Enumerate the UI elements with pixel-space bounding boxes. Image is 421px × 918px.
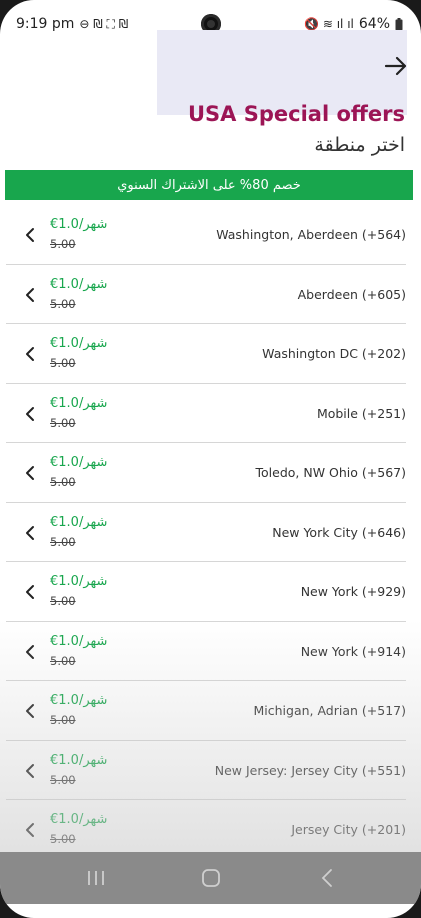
price-current: €1.0/شهر [50, 812, 108, 827]
region-name: Aberdeen (+605) [297, 286, 406, 302]
page-subtitle: اختر منطقة [314, 134, 405, 156]
chevron-left-icon [26, 525, 34, 540]
battery-icon [395, 17, 403, 30]
region-row[interactable]: €1.0/شهر 5.00 Washington, Aberdeen (+564) [6, 205, 406, 265]
status-notification-icons: ⊖ ₪ ⛶ ₪ [79, 16, 129, 31]
recents-icon[interactable] [84, 867, 108, 889]
arrow-right-icon[interactable] [384, 55, 408, 77]
price-original: 5.00 [50, 415, 76, 430]
region-name: Jersey City (+201) [291, 822, 406, 837]
region-row[interactable]: €1.0/شهر 5.00 New York (+929) [6, 562, 406, 622]
status-left: 9:19 pm ⊖ ₪ ⛶ ₪ [16, 16, 128, 32]
region-row[interactable]: €1.0/شهر 5.00 Toledo, NW Ohio (+567) [6, 443, 406, 503]
price-current: €1.0/شهر [50, 693, 108, 708]
chevron-left-icon [26, 347, 34, 361]
region-row[interactable]: €1.0/شهر 5.00 Aberdeen (+605) [6, 265, 406, 324]
chevron-left-icon [26, 287, 34, 302]
region-name: New York City (+646) [272, 524, 406, 540]
price-original: 5.00 [50, 832, 76, 846]
region-row[interactable]: €1.0/شهر 5.00 New Jersey: Jersey City (+55… [6, 741, 406, 800]
price-original: 5.00 [50, 713, 76, 727]
region-name: Toledo, NW Ohio (+567) [255, 465, 406, 480]
price-original: 5.00 [50, 653, 76, 668]
region-name: New Jersey: Jersey City (+551) [214, 762, 406, 778]
region-row[interactable]: €1.0/شهر 5.00 Jersey City (+201) [6, 800, 406, 860]
app-screen: 9:19 pm ⊖ ₪ ⛶ ₪ 🔇 ≋ ıl ıl 64% USA Specia… [0, 0, 421, 918]
price-original: 5.00 [50, 594, 76, 608]
region-name: Mobile (+251) [316, 405, 406, 421]
price-current: €1.0/شهر [50, 514, 108, 530]
home-icon[interactable] [199, 867, 223, 889]
price-original: 5.00 [50, 475, 76, 489]
price-current: €1.0/شهر [50, 276, 108, 292]
page-title: USA Special offers [187, 102, 405, 126]
region-row[interactable]: €1.0/شهر 5.00 Mobile (+251) [6, 384, 406, 443]
region-row[interactable]: €1.0/شهر 5.00 Washington DC (+202) [6, 324, 406, 384]
chevron-left-icon [26, 228, 34, 242]
chevron-left-icon [26, 763, 34, 778]
price-original: 5.00 [50, 237, 76, 251]
price-current: €1.0/شهر [50, 336, 108, 351]
discount-banner-text: خصم 80% على الاشتراك السنوي [117, 177, 301, 193]
status-system-icons: 🔇 ≋ ıl ıl [304, 17, 354, 31]
price-current: €1.0/شهر [50, 395, 108, 411]
chevron-left-icon [26, 823, 34, 837]
price-original: 5.00 [50, 534, 76, 549]
region-name: New York (+914) [300, 643, 406, 659]
region-row[interactable]: €1.0/شهر 5.00 New York City (+646) [6, 503, 406, 562]
chevron-left-icon [26, 466, 34, 480]
price-current: €1.0/شهر [50, 633, 108, 649]
price-current: €1.0/شهر [50, 574, 108, 589]
region-name: New York (+929) [300, 584, 406, 599]
chevron-left-icon [26, 406, 34, 421]
region-name: Michigan, Adrian (+517) [253, 703, 406, 718]
discount-banner: خصم 80% على الاشتراك السنوي [5, 170, 413, 200]
back-icon[interactable] [316, 867, 340, 889]
price-current: €1.0/شهر [50, 455, 108, 470]
chevron-left-icon [26, 704, 34, 718]
price-current: €1.0/شهر [50, 752, 108, 768]
region-name: Washington DC (+202) [262, 346, 406, 361]
region-name: Washington, Aberdeen (+564) [216, 227, 406, 242]
region-list: €1.0/شهر 5.00 Washington, Aberdeen (+564) €… [6, 205, 406, 860]
price-current: €1.0/شهر [50, 217, 108, 232]
region-row[interactable]: €1.0/شهر 5.00 New York (+914) [6, 622, 406, 681]
navigation-bar [0, 852, 421, 904]
price-original: 5.00 [50, 296, 76, 311]
price-original: 5.00 [50, 772, 76, 787]
chevron-left-icon [26, 585, 34, 599]
status-time: 9:19 pm [16, 16, 75, 32]
price-original: 5.00 [50, 356, 76, 370]
chevron-left-icon [26, 644, 34, 659]
region-row[interactable]: €1.0/شهر 5.00 Michigan, Adrian (+517) [6, 681, 406, 741]
